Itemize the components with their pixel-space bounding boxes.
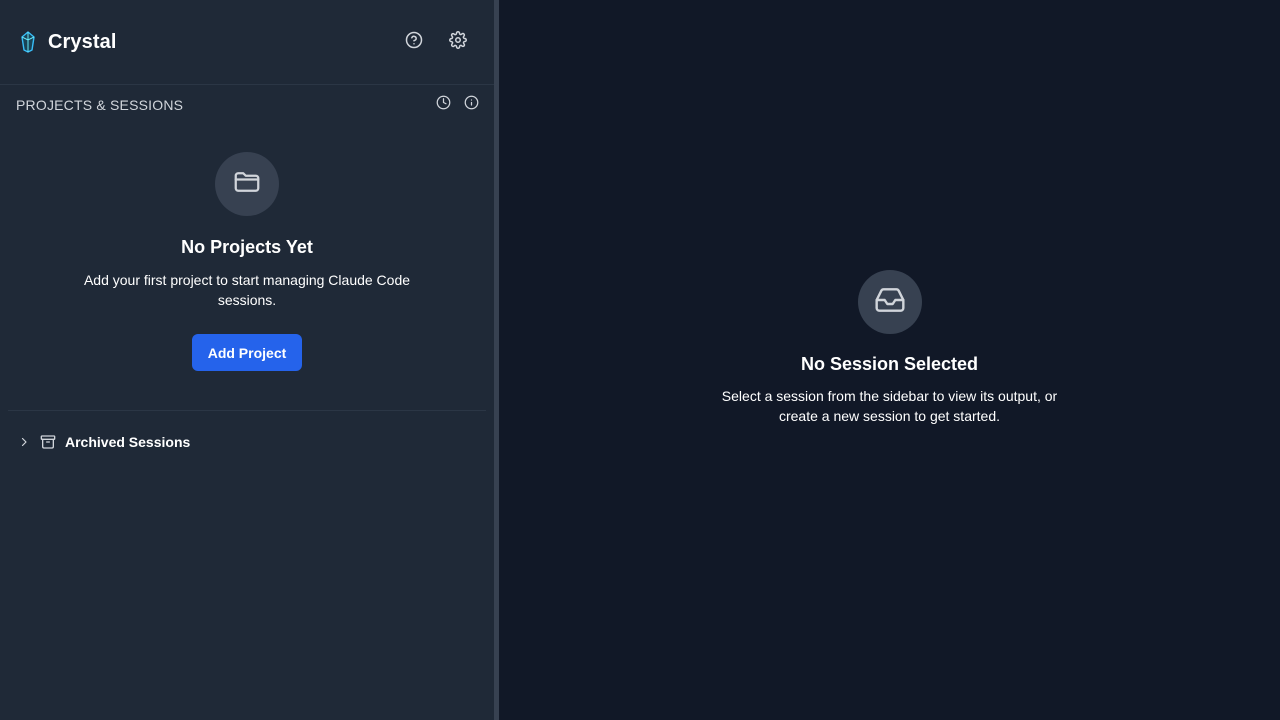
folder-icon	[232, 167, 262, 202]
crystal-logo-icon	[19, 31, 37, 53]
app-title: Crystal	[48, 30, 117, 53]
projects-section-header: PROJECTS & SESSIONS	[0, 85, 494, 125]
archive-icon	[40, 434, 56, 450]
settings-button[interactable]	[440, 24, 476, 60]
add-project-button[interactable]: Add Project	[191, 334, 303, 371]
folder-icon-circle	[215, 152, 279, 216]
section-title: PROJECTS & SESSIONS	[16, 97, 184, 113]
no-session-title: No Session Selected	[800, 354, 979, 374]
info-icon	[464, 95, 479, 115]
inbox-icon	[874, 284, 906, 321]
inbox-icon-circle	[857, 270, 922, 334]
gear-icon	[449, 30, 467, 54]
empty-projects-text: Add your first project to start managing…	[83, 272, 411, 308]
history-button[interactable]	[429, 91, 457, 119]
sidebar-header: Crystal	[0, 0, 494, 85]
section-actions	[429, 91, 485, 119]
no-session-text: Select a session from the sidebar to vie…	[721, 388, 1058, 424]
info-button[interactable]	[457, 91, 485, 119]
empty-projects-title: No Projects Yet	[181, 237, 313, 257]
projects-empty-state: No Projects Yet Add your first project t…	[0, 125, 494, 410]
main-panel: No Session Selected Select a session fro…	[499, 0, 1280, 720]
help-circle-icon	[405, 31, 423, 54]
sidebar: Crystal PROJECTS & SESSIONS No Projects …	[0, 0, 494, 720]
app-window: Crystal PROJECTS & SESSIONS No Projects …	[0, 0, 1280, 720]
archived-sessions-toggle[interactable]: Archived Sessions	[0, 411, 494, 473]
chevron-right-icon	[17, 436, 31, 448]
header-actions	[396, 24, 476, 60]
archived-sessions-label: Archived Sessions	[65, 434, 191, 450]
help-button[interactable]	[396, 24, 432, 60]
clock-icon	[436, 95, 451, 115]
